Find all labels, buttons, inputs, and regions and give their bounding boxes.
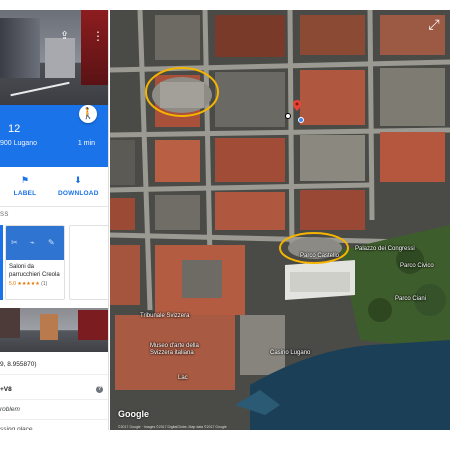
photo-building <box>45 38 75 78</box>
google-logo: Google <box>118 409 149 419</box>
download-button[interactable]: ⬇ DOWNLOAD <box>58 175 98 197</box>
help-icon[interactable]: ? <box>96 386 103 393</box>
nearby-card-partial[interactable] <box>69 225 108 300</box>
plus-code: +V8 <box>0 386 12 393</box>
current-location-icon <box>285 113 291 119</box>
photo-building <box>81 10 108 85</box>
coordinates-row[interactable]: 9, 8.955870) <box>0 355 108 375</box>
place-title: 12 <box>8 123 21 135</box>
rating-value: 5.0 <box>9 281 16 287</box>
nearby-card-thumbnail: ✂ ⌁ ✎ <box>6 226 64 260</box>
nearby-card[interactable]: ✂ ⌁ ✎ Saloni da parrucchieri Creola 5.0 … <box>5 225 65 300</box>
download-button-text: DOWNLOAD <box>58 190 99 197</box>
map-label-museo: Museo d'arte della Svizzera italiana <box>150 343 199 356</box>
photo-building <box>78 310 108 340</box>
share-icon[interactable]: ⇪ <box>60 30 72 42</box>
add-missing-place-row[interactable]: ssing place <box>0 420 108 430</box>
photo-building <box>40 314 58 340</box>
map-label-parco-castello: Parco Castello <box>300 253 340 259</box>
rating-stars: ★★★★★ <box>17 281 40 287</box>
walk-icon[interactable]: 🚶 <box>79 105 97 123</box>
download-icon: ⬇ <box>74 175 82 185</box>
satellite-map[interactable]: Parco Castello Palazzo dei Congressi Par… <box>110 10 450 430</box>
screenshot-root: ⇪ ⋮ 🚶 12 900 Lugano 1 min ⚑ LABEL ⬇ DOWN… <box>0 0 450 450</box>
blue-location-dot-icon <box>298 117 304 123</box>
map-copyright: ©2017 Google · Images ©2017 DigitalGlobe… <box>118 425 227 429</box>
expand-icon[interactable]: ⤢ <box>424 14 444 34</box>
flag-icon: ⚑ <box>20 175 30 185</box>
place-pin-icon[interactable] <box>293 100 301 111</box>
map-label-lac: Lac <box>178 375 188 381</box>
nearby-card-partial[interactable] <box>0 225 3 300</box>
report-problem-row[interactable]: roblem <box>0 400 108 420</box>
place-header-card: 🚶 12 900 Lugano 1 min <box>0 105 108 167</box>
map-label-parco-civico: Parco Civico <box>400 263 434 269</box>
nearby-card-name: Saloni da parrucchieri Creola <box>9 264 60 278</box>
label-button-text: LABEL <box>13 190 37 197</box>
photo-strip[interactable] <box>0 308 108 352</box>
tool-icon: ✎ <box>48 238 55 247</box>
label-button[interactable]: ⚑ LABEL <box>5 175 45 197</box>
map-label-casino: Casino Lugano <box>270 350 311 356</box>
rating-count: (1) <box>41 281 48 287</box>
street-view-photo[interactable]: ⇪ ⋮ <box>0 10 108 105</box>
photo-building <box>0 18 40 78</box>
photo-building <box>0 308 20 338</box>
more-vert-icon[interactable]: ⋮ <box>92 30 104 42</box>
map-label-palazzo-congressi: Palazzo dei Congressi <box>355 246 415 252</box>
map-label-parco-ciani: Parco Ciani <box>395 296 427 302</box>
satellite-imagery <box>110 10 450 430</box>
action-bar: ⚑ LABEL ⬇ DOWNLOAD <box>0 167 108 207</box>
scissors-icon: ✂ <box>11 238 18 247</box>
plus-code-row[interactable]: +V8 ? <box>0 380 108 400</box>
place-address: 900 Lugano <box>0 140 37 147</box>
place-details-panel: ⇪ ⋮ 🚶 12 900 Lugano 1 min ⚑ LABEL ⬇ DOWN… <box>0 10 109 430</box>
photo-road-marking <box>10 81 70 97</box>
walking-eta: 1 min <box>77 140 95 147</box>
map-label-tribunale: Tribunale Svizzera <box>140 313 190 319</box>
nearby-section-title: SS <box>0 212 9 218</box>
hair-dryer-icon: ⌁ <box>30 238 35 247</box>
nearby-cards: ✂ ⌁ ✎ Saloni da parrucchieri Creola 5.0 … <box>0 223 108 305</box>
photo-toolbar: ⇪ ⋮ <box>0 30 108 44</box>
nearby-card-rating: 5.0 ★★★★★ (1) <box>6 279 64 289</box>
